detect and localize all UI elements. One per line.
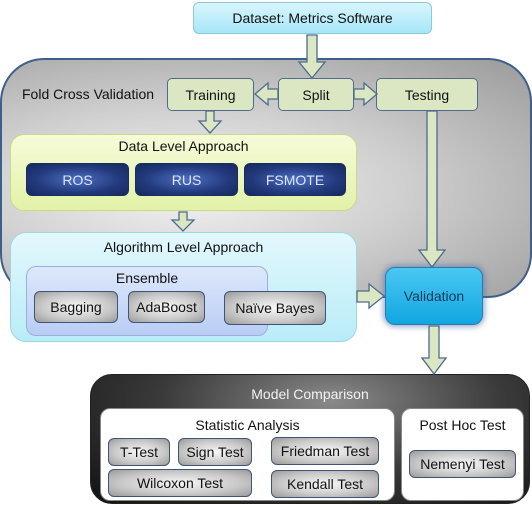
arrow-validation-to-model-comparison — [420, 325, 448, 376]
arrow-training-to-data-level — [197, 110, 223, 134]
arrow-testing-to-validation — [417, 110, 447, 269]
arrow-data-level-to-algorithm-level — [170, 211, 196, 232]
arrow-split-to-training — [253, 81, 279, 107]
arrow-algorithm-to-validation — [356, 282, 386, 310]
arrow-dataset-to-split — [297, 34, 327, 80]
arrow-split-to-testing — [353, 81, 379, 107]
arrows-layer — [170, 34, 448, 376]
